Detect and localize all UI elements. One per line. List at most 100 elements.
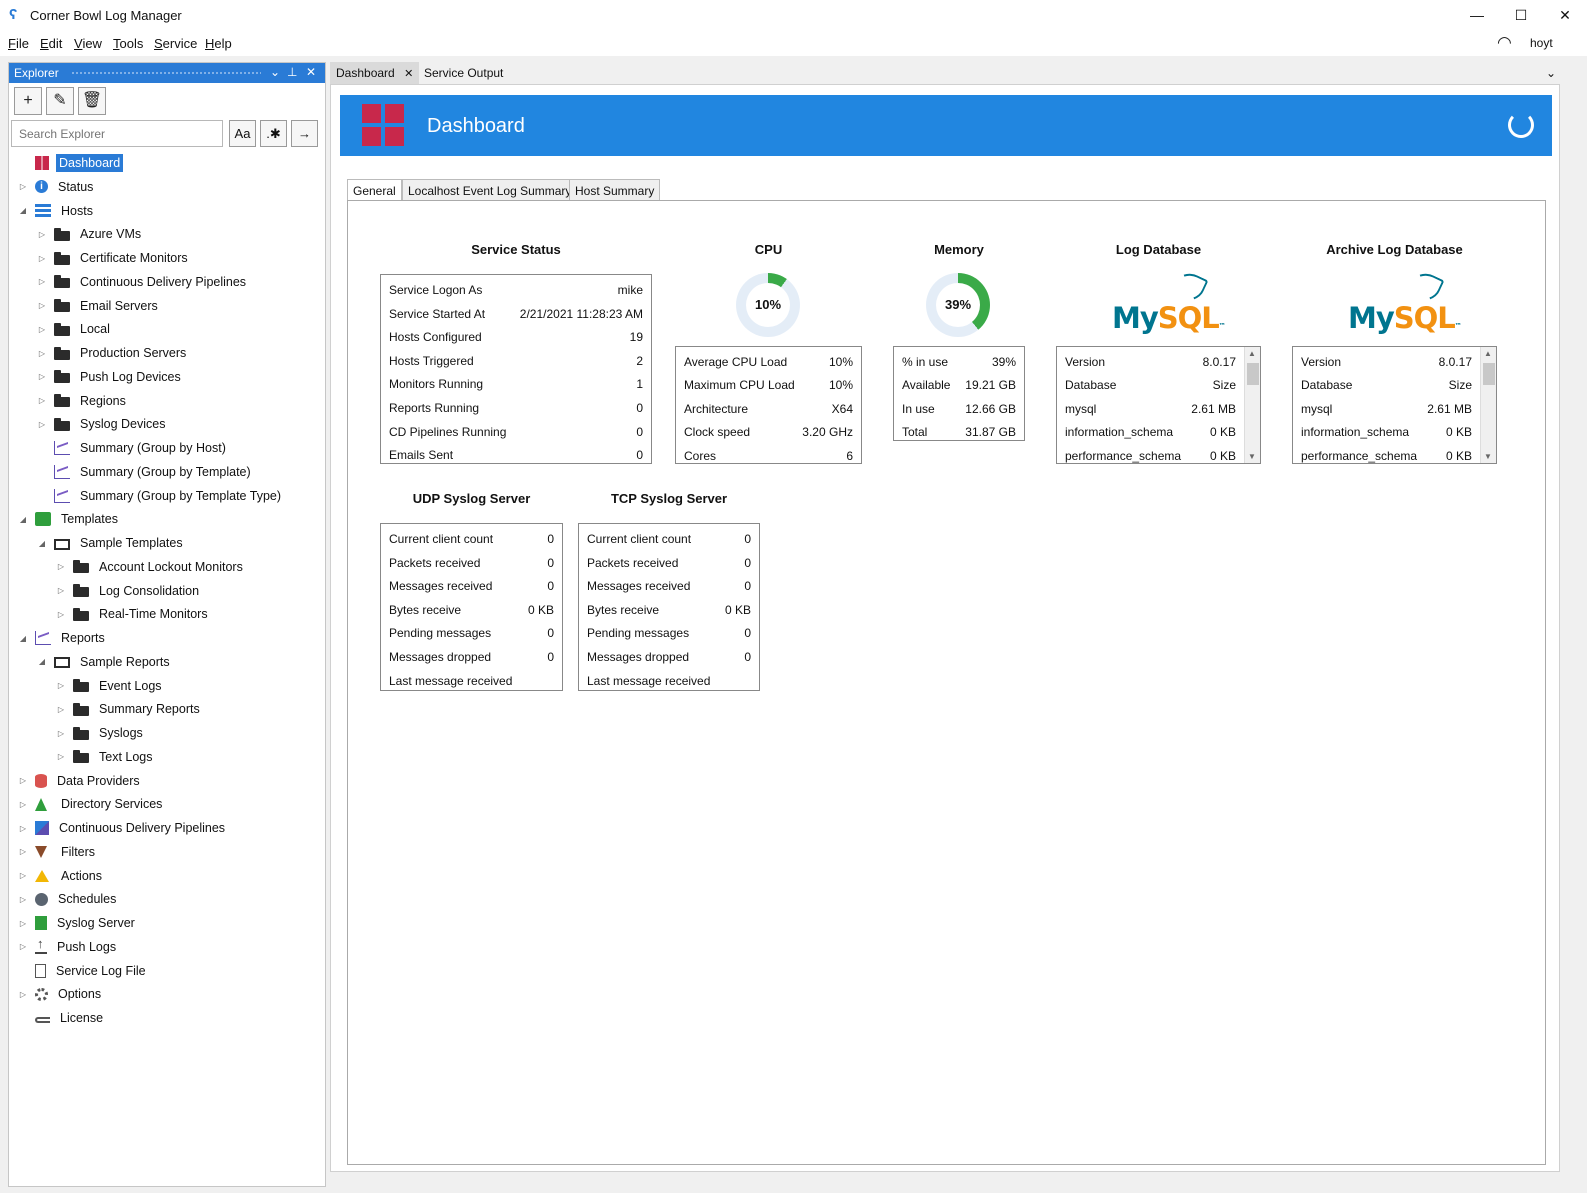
tree-item[interactable]: Service Log File (17, 960, 149, 982)
add-button[interactable]: + (14, 87, 42, 115)
expand-arrow-icon[interactable]: ▷ (17, 847, 29, 856)
close-button[interactable]: ✕ (1543, 3, 1587, 27)
expand-arrow-icon[interactable]: ▷ (36, 349, 48, 358)
close-icon[interactable]: ✕ (306, 65, 316, 79)
search-go-button[interactable]: → (291, 120, 318, 147)
tree-item[interactable]: ◢ Hosts (17, 200, 96, 222)
collapse-arrow-icon[interactable]: ◢ (17, 206, 29, 215)
tree-item[interactable]: ◢ Sample Reports (36, 651, 173, 673)
vertical-scrollbar[interactable]: ▲ ▼ (1244, 347, 1260, 463)
menu-view[interactable]: View (74, 36, 102, 51)
tree-item[interactable]: ▷ Data Providers (17, 770, 143, 792)
tree-item[interactable]: ▷ Schedules (17, 888, 119, 910)
expand-arrow-icon[interactable]: ▷ (55, 610, 67, 619)
tab-dashboard[interactable]: Dashboard ✕ (330, 62, 420, 84)
scroll-thumb[interactable] (1247, 363, 1259, 385)
expand-arrow-icon[interactable]: ▷ (17, 800, 29, 809)
tree-item[interactable]: ▷ Real-Time Monitors (55, 603, 211, 625)
tree-item[interactable]: ◢ Templates (17, 508, 121, 530)
menu-tools[interactable]: Tools (113, 36, 143, 51)
expand-arrow-icon[interactable]: ▷ (17, 942, 29, 951)
regex-button[interactable]: .✱ (260, 120, 287, 147)
search-input[interactable] (11, 120, 223, 147)
expand-arrow-icon[interactable]: ▷ (55, 681, 67, 690)
tab-localhost-event-log-summary[interactable]: Localhost Event Log Summary (402, 179, 578, 201)
expand-arrow-icon[interactable]: ▷ (55, 586, 67, 595)
tab-general[interactable]: General (347, 179, 402, 202)
tree-item[interactable]: ▷ Certificate Monitors (36, 247, 191, 269)
collapse-arrow-icon[interactable]: ◢ (17, 515, 29, 524)
tree-item[interactable]: Summary (Group by Template Type) (36, 485, 284, 507)
expand-arrow-icon[interactable]: ▷ (36, 254, 48, 263)
expand-arrow-icon[interactable]: ▷ (17, 871, 29, 880)
menu-help[interactable]: Help (205, 36, 232, 51)
tree-item[interactable]: ▷ Push Log Devices (36, 366, 184, 388)
tree-item[interactable]: Summary (Group by Template) (36, 461, 254, 483)
expand-arrow-icon[interactable]: ▷ (17, 990, 29, 999)
collapse-arrow-icon[interactable]: ◢ (36, 657, 48, 666)
tree-item[interactable]: ▷ Azure VMs (36, 223, 144, 245)
collapse-arrow-icon[interactable]: ◢ (17, 634, 29, 643)
expand-arrow-icon[interactable]: ▷ (17, 776, 29, 785)
tree-item[interactable]: ▷ Production Servers (36, 342, 189, 364)
expand-arrow-icon[interactable]: ▷ (55, 562, 67, 571)
expand-arrow-icon[interactable]: ▷ (17, 182, 29, 191)
expand-arrow-icon[interactable]: ▷ (36, 277, 48, 286)
tree-item[interactable]: ▷ Account Lockout Monitors (55, 556, 246, 578)
minimize-button[interactable]: — (1455, 3, 1499, 27)
chevron-down-icon[interactable]: ⌄ (270, 65, 280, 79)
pin-icon[interactable]: ⊥ (287, 65, 297, 79)
tree-item[interactable]: ▷ i Status (17, 176, 96, 198)
tree-item[interactable]: ▷ Options (17, 983, 104, 1005)
tree-item[interactable]: ▷ Continuous Delivery Pipelines (17, 817, 228, 839)
tab-host-summary[interactable]: Host Summary (569, 179, 661, 201)
tree-item[interactable]: ▷ Email Servers (36, 295, 161, 317)
delete-button[interactable]: 🗑 (78, 87, 106, 115)
expand-arrow-icon[interactable]: ▷ (36, 420, 48, 429)
expand-arrow-icon[interactable]: ▷ (55, 729, 67, 738)
tree-item[interactable]: Summary (Group by Host) (36, 437, 229, 459)
expand-arrow-icon[interactable]: ▷ (36, 325, 48, 334)
tree-item[interactable]: ▷ Syslog Devices (36, 413, 168, 435)
tree-item[interactable]: ◢ Sample Templates (36, 532, 186, 554)
collapse-arrow-icon[interactable]: ◢ (36, 539, 48, 548)
scroll-down-icon[interactable]: ▼ (1484, 452, 1492, 461)
scroll-down-icon[interactable]: ▼ (1248, 452, 1256, 461)
tree-item[interactable]: ▷ Syslog Server (17, 912, 138, 934)
tree-item[interactable]: ▷ Log Consolidation (55, 580, 202, 602)
scroll-thumb[interactable] (1483, 363, 1495, 385)
tree-item[interactable]: ▷ Local (36, 318, 113, 340)
drag-handle[interactable] (71, 71, 261, 76)
menu-service[interactable]: Service (154, 36, 197, 51)
tree-item[interactable]: Dashboard (17, 152, 124, 174)
tree-item[interactable]: ▷ Summary Reports (55, 698, 203, 720)
edit-button[interactable]: ✎ (46, 87, 74, 115)
expand-arrow-icon[interactable]: ▷ (36, 230, 48, 239)
scroll-up-icon[interactable]: ▲ (1484, 349, 1492, 358)
refresh-icon[interactable] (1508, 112, 1534, 138)
tree-item[interactable]: ▷ Continuous Delivery Pipelines (36, 271, 249, 293)
expand-arrow-icon[interactable]: ▷ (17, 919, 29, 928)
tree-item[interactable]: ▷ Filters (17, 841, 98, 863)
expand-arrow-icon[interactable]: ▷ (36, 301, 48, 310)
expand-arrow-icon[interactable]: ▷ (17, 824, 29, 833)
chevron-down-icon[interactable]: ⌄ (1540, 62, 1562, 84)
tree-item[interactable]: ▷ Text Logs (55, 746, 156, 768)
tree-item[interactable]: ▷ Syslogs (55, 722, 146, 744)
match-case-button[interactable]: Aa (229, 120, 256, 147)
tree-item[interactable]: ◢ Reports (17, 627, 108, 649)
expand-arrow-icon[interactable]: ▷ (17, 895, 29, 904)
menu-file[interactable]: File (8, 36, 29, 51)
vertical-scrollbar[interactable]: ▲ ▼ (1480, 347, 1496, 463)
tree-item[interactable]: ▷ Actions (17, 865, 105, 887)
expand-arrow-icon[interactable]: ▷ (36, 372, 48, 381)
maximize-button[interactable]: ☐ (1499, 3, 1543, 27)
tree-item[interactable]: License (17, 1007, 106, 1029)
expand-arrow-icon[interactable]: ▷ (36, 396, 48, 405)
user-name[interactable]: hoyt (1530, 36, 1553, 50)
tree-item[interactable]: ▷ Event Logs (55, 675, 165, 697)
scroll-up-icon[interactable]: ▲ (1248, 349, 1256, 358)
menu-edit[interactable]: Edit (40, 36, 62, 51)
expand-arrow-icon[interactable]: ▷ (55, 705, 67, 714)
close-icon[interactable]: ✕ (404, 68, 413, 80)
